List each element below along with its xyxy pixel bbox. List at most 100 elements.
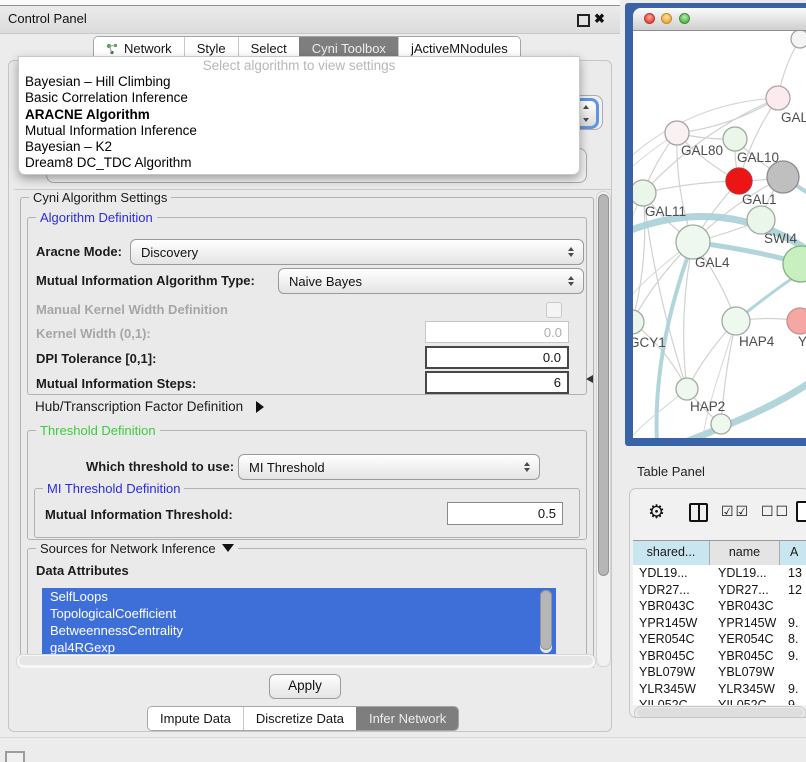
cyni-settings-group-title: Cyni Algorithm Settings [29,190,171,205]
algorithm-dropdown-item[interactable]: Dream8 DC_TDC Algorithm [19,155,579,171]
table-cell: 9. [780,615,806,632]
close-button[interactable] [644,13,655,24]
chevron-up-icon [583,105,589,109]
table-row[interactable]: YBR043CYBR043C [633,598,806,615]
which-threshold-combo[interactable]: MI Threshold [238,454,540,480]
table-cell: YPR145W [710,615,780,632]
checked-boxes-icon[interactable]: ☑☑ [721,503,750,520]
tab-network-label: Network [124,41,172,56]
table-cell: 12 [780,582,806,599]
table-cell: 13 [780,565,806,582]
algorithm-dropdown-item[interactable]: ARACNE Algorithm [19,107,579,123]
table-cell: YBR043C [710,598,780,615]
cyni-settings-group: Cyni Algorithm Settings Algorithm Defini… [20,197,594,668]
data-attribute-item[interactable]: TopologicalCoefficient [42,605,556,622]
chevron-down-icon [583,118,589,122]
table-hscrollbar-thumb[interactable] [637,708,803,717]
column-header-third[interactable]: A [780,541,806,566]
kernel-width-field[interactable]: 0.0 [425,321,569,343]
table-panel: ⚙ ☑☑ ☐☐ shared... name A YDL19...YDL19..… [629,488,806,718]
table-cell: YIL052C [710,697,780,705]
algorithm-dropdown-prompt: Select algorithm to view settings [19,57,579,74]
aracne-mode-combo[interactable]: Discovery [130,239,584,265]
resize-grip[interactable] [5,751,25,762]
table-cell: 9. [780,648,806,665]
data-attributes-list[interactable]: SelfLoopsTopologicalCoefficientBetweenne… [42,588,556,656]
table-cell: YBR043C [633,598,710,615]
svg-text:GAL11: GAL11 [645,204,686,219]
mi-threshold-group-title: MI Threshold Definition [43,481,184,496]
tab-impute-data[interactable]: Impute Data [148,707,243,730]
settings-vscrollbar-thumb[interactable] [598,194,609,576]
table-row[interactable]: YLR345WYLR345W9. [633,681,806,698]
algorithm-dropdown-item[interactable]: Bayesian – K2 [19,139,579,155]
mi-threshold-field[interactable]: 0.5 [447,502,563,525]
algorithm-dropdown-item[interactable]: Basic Correlation Inference [19,90,579,106]
table-row[interactable]: YDR27...YDR27...12 [633,582,806,599]
table-row[interactable]: YPR145WYPR145W9. [633,615,806,632]
hub-definition-row[interactable]: Hub/Transcription Factor Definition [35,398,264,416]
table-cell: 9 [780,697,806,705]
unchecked-boxes-icon[interactable]: ☐☐ [761,503,790,520]
apply-button[interactable]: Apply [269,674,341,699]
table-row[interactable]: YBL079WYBL079W [633,664,806,681]
algorithm-dropdown[interactable]: Select algorithm to view settings Bayesi… [18,56,580,175]
svg-text:GCY1: GCY1 [633,335,666,350]
table-cell: 8. [780,631,806,648]
zoom-button[interactable] [679,13,690,24]
network-canvas[interactable]: GALGAL80GAL10GAL1GAL11SWI4GAL4GCY1HAP4YH… [633,31,806,438]
table-cell: YLR345W [633,681,710,698]
aracne-mode-label: Aracne Mode: [36,244,122,259]
attributes-scrollbar [540,590,552,653]
attributes-scrollbar-thumb[interactable] [540,590,552,650]
split-columns-icon[interactable] [689,503,708,522]
table-cell [780,664,806,681]
network-window-titlebar[interactable] [633,8,806,31]
minimize-button[interactable] [661,13,672,24]
tab-discretize-data[interactable]: Discretize Data [243,707,356,730]
tab-cyni-toolbox-label: Cyni Toolbox [312,41,386,56]
svg-text:HAP2: HAP2 [690,399,725,414]
table-cell: YDR27... [710,582,780,599]
manual-kernel-checkbox[interactable] [546,302,562,318]
table-cell: YLR345W [710,681,780,698]
data-attribute-item[interactable]: SelfLoops [42,588,556,605]
svg-text:Y: Y [798,334,806,349]
table-row[interactable]: YIL052CYIL052C9 [633,697,806,705]
data-attribute-item[interactable]: BetweennessCentrality [42,622,556,639]
mi-type-value: Naive Bayes [289,274,362,289]
table-row[interactable]: YER054CYER054C8. [633,631,806,648]
threshold-definition-group: Threshold Definition Which threshold to … [27,430,587,540]
tab-impute-data-label: Impute Data [160,711,231,726]
table-row[interactable]: YDL19...YDL19...13 [633,565,806,582]
table-body: YDL19...YDL19...13YDR27...YDR27...12YBR0… [633,565,806,705]
document-icon[interactable] [796,501,806,522]
gear-icon[interactable]: ⚙ [648,503,665,522]
table-cell: YBL079W [710,664,780,681]
algorithm-dropdown-item[interactable]: Mutual Information Inference [19,123,579,139]
close-icon[interactable]: ✖ [594,11,605,27]
dpi-tolerance-field[interactable]: 0.0 [425,346,569,369]
mi-steps-value: 6 [554,375,561,390]
mi-type-label: Mutual Information Algorithm Type: [36,273,255,288]
algorithm-dropdown-item[interactable]: Bayesian – Hill Climbing [19,74,579,90]
svg-text:SWI4: SWI4 [764,231,797,246]
table-row[interactable]: YBR045CYBR045C9. [633,648,806,665]
mi-steps-field[interactable]: 6 [425,371,569,394]
settings-scroll-panel: Cyni Algorithm Settings Algorithm Defini… [14,189,611,668]
dpi-tolerance-value: 0.0 [543,350,561,365]
tab-discretize-data-label: Discretize Data [256,711,344,726]
mi-type-combo[interactable]: Naive Bayes [278,268,584,294]
column-header-name[interactable]: name [710,541,780,566]
settings-hscrollbar-thumb[interactable] [19,656,593,665]
table-cell: YIL052C [633,697,710,705]
mouse-cursor [586,375,593,383]
column-header-shared[interactable]: shared... [633,541,710,566]
aracne-mode-value: Discovery [141,245,198,260]
expand-arrow-icon[interactable] [256,401,264,413]
control-panel-titlebar: Control Panel ✖ [0,5,620,34]
float-icon[interactable] [577,14,590,27]
svg-text:GAL: GAL [781,110,806,125]
collapse-arrow-icon[interactable] [222,544,234,552]
tab-infer-network[interactable]: Infer Network [356,707,458,730]
